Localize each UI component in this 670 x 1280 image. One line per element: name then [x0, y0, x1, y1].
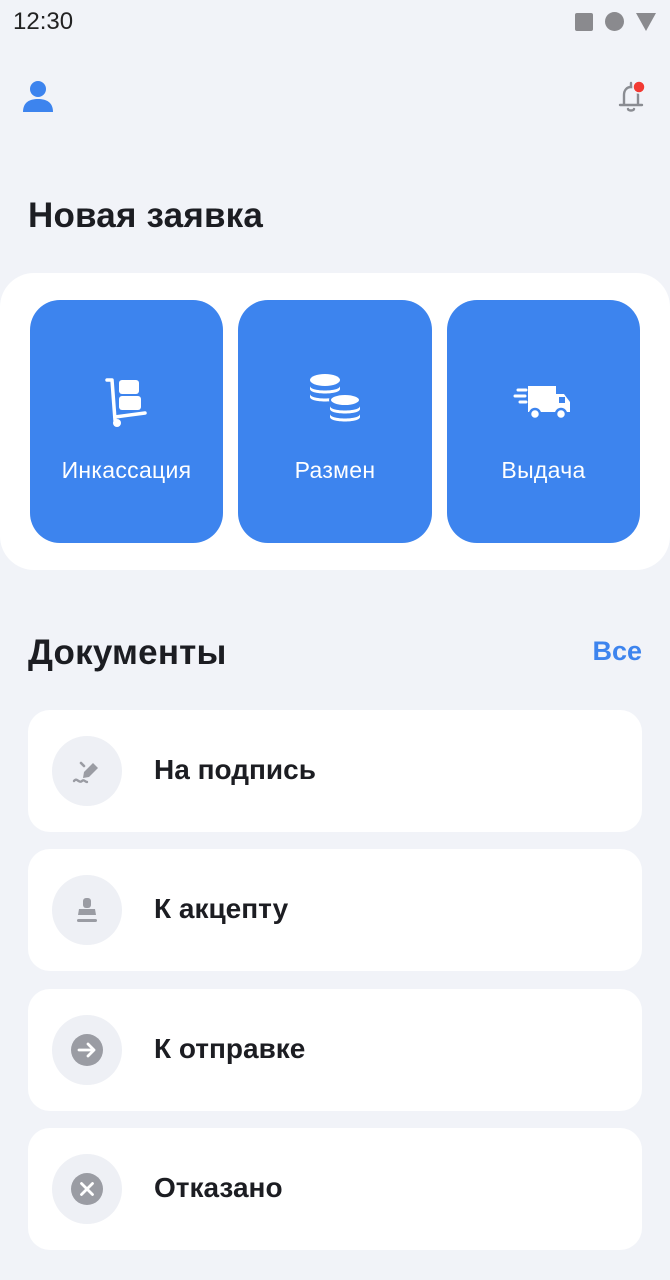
- doc-icon-circle: [52, 1154, 122, 1224]
- truck-icon: [513, 386, 570, 421]
- doc-item-label: К отправке: [154, 1033, 306, 1064]
- tile-label: Инкассация: [61, 457, 192, 483]
- bell-icon: [618, 80, 646, 112]
- documents-title: Документы: [28, 633, 227, 672]
- home-icon: [605, 12, 624, 31]
- tile-exchange[interactable]: Размен: [238, 300, 432, 543]
- doc-item-to-accept[interactable]: К акцепту: [28, 849, 642, 971]
- status-time: 12:30: [13, 8, 74, 35]
- notification-dot: [632, 80, 646, 94]
- doc-icon-circle: [52, 1015, 122, 1085]
- doc-item-to-send[interactable]: К отправке: [28, 989, 642, 1111]
- user-icon: [23, 81, 53, 112]
- doc-item-label: Отказано: [154, 1172, 283, 1203]
- status-icons: [575, 12, 656, 31]
- arrow-right-icon: [71, 1034, 103, 1066]
- tile-label: Выдача: [501, 457, 586, 483]
- doc-item-rejected[interactable]: Отказано: [28, 1128, 642, 1250]
- new-request-title: Новая заявка: [28, 196, 264, 235]
- tile-collection[interactable]: Инкассация: [30, 300, 223, 543]
- doc-item-label: На подпись: [154, 754, 316, 785]
- recents-icon: [575, 12, 593, 31]
- status-bar: 12:30: [0, 0, 670, 44]
- tile-issue[interactable]: Выдача: [447, 300, 640, 543]
- doc-icon-circle: [52, 875, 122, 945]
- stamp-icon: [77, 898, 97, 922]
- profile-button[interactable]: [20, 78, 56, 114]
- app-screen: 12:30 Новая заявка Инкассация Размен Выд…: [0, 0, 670, 1280]
- back-icon: [636, 12, 656, 31]
- all-documents-link[interactable]: Все: [592, 636, 642, 667]
- new-request-card: Инкассация Размен Выдача: [0, 273, 670, 570]
- notifications-button[interactable]: [612, 78, 650, 116]
- doc-item-label: К акцепту: [154, 893, 289, 924]
- coins-icon: [310, 374, 361, 422]
- doc-icon-circle: [52, 736, 122, 806]
- doc-item-to-sign[interactable]: На подпись: [28, 710, 642, 832]
- close-icon: [71, 1173, 103, 1205]
- cart-icon: [104, 378, 147, 427]
- signature-icon: [72, 761, 98, 784]
- tile-label: Размен: [294, 457, 376, 483]
